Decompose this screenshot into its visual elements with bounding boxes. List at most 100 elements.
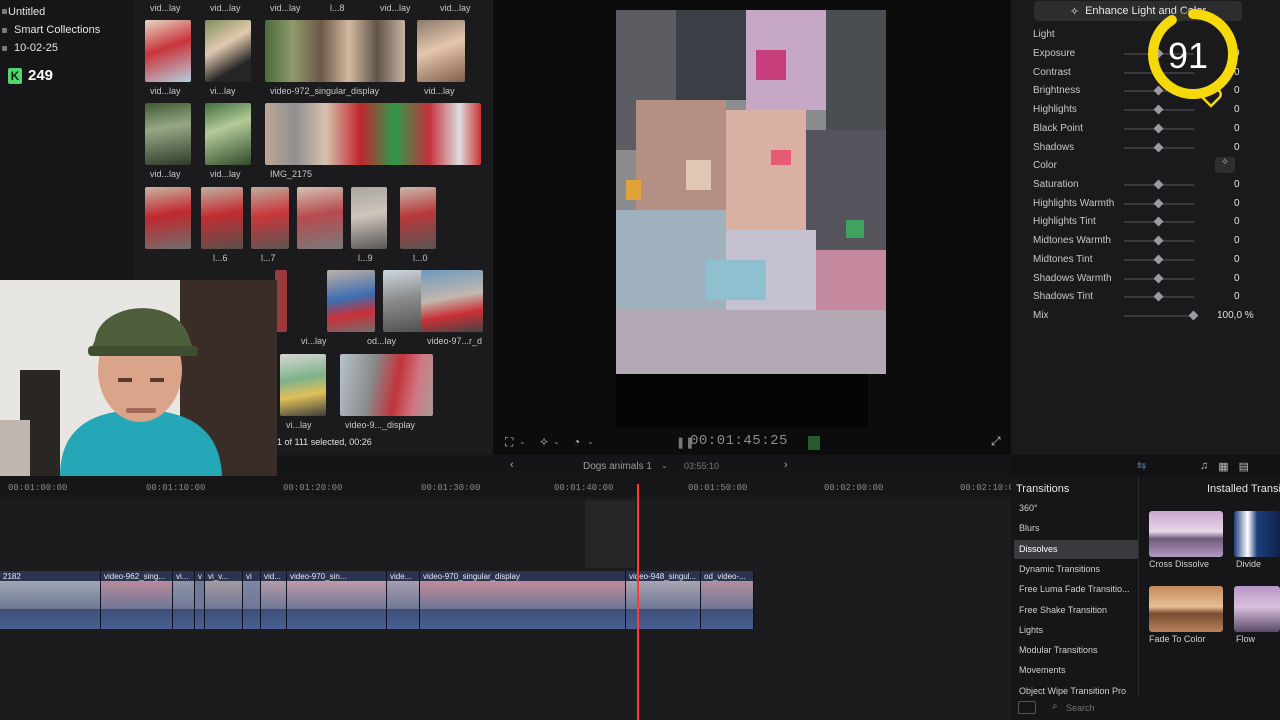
transition-category[interactable]: Free Luma Fade Transitio... [1019, 584, 1130, 594]
clip-caption: od...lay [367, 336, 397, 346]
param-value[interactable]: 0 [1234, 179, 1240, 190]
transition-category[interactable]: Object Wipe Transition Pro [1019, 686, 1126, 696]
clip-thumbnail[interactable] [383, 270, 423, 332]
clip-thumbnail[interactable] [400, 187, 436, 249]
transition-category[interactable]: Lights [1019, 625, 1043, 635]
headphones-icon[interactable]: ♫ [1200, 460, 1208, 473]
transition-category[interactable]: Free Shake Transition [1019, 605, 1107, 615]
back-arrow-icon[interactable]: ‹ [510, 459, 514, 471]
library-item-smart-collections[interactable]: Smart Collections [14, 24, 100, 36]
speed-icon[interactable]: ◔ [573, 435, 580, 449]
clip-thumbnail[interactable] [297, 187, 343, 249]
layout-icon[interactable]: ▤ [1239, 460, 1249, 473]
param-slider[interactable] [1124, 123, 1194, 134]
sidebar-toggle-icon[interactable] [1018, 701, 1036, 714]
counter-badge: K 249 [8, 67, 53, 84]
chevron-down-icon[interactable]: ⌄ [587, 437, 594, 446]
clip-thumbnail[interactable] [205, 20, 251, 82]
chevron-down-icon[interactable]: ⌄ [553, 437, 560, 446]
chevron-down-icon[interactable]: ⌄ [661, 461, 668, 470]
magic-wand-icon[interactable]: ✧ [1215, 157, 1235, 173]
param-slider[interactable] [1124, 142, 1194, 152]
library-item-untitled[interactable]: Untitled [8, 6, 45, 18]
transform-icon[interactable]: ⛶ [505, 435, 513, 450]
clip-caption: vi...lay [286, 420, 312, 430]
clip-caption: l...9 [358, 253, 373, 263]
transition-category[interactable]: Dissolves [1019, 544, 1058, 554]
clip-thumbnail[interactable] [280, 354, 326, 416]
transition-thumbnail[interactable] [1149, 586, 1223, 632]
snapping-icon[interactable]: ▦ [1218, 460, 1228, 473]
clip-thumbnail[interactable] [251, 187, 289, 249]
clip-thumbnail[interactable] [340, 354, 433, 416]
clip-filmstrip[interactable] [265, 103, 481, 165]
transition-label[interactable]: Flow [1236, 634, 1255, 644]
param-value[interactable]: 0 [1234, 216, 1240, 227]
clip-caption: IMG_2175 [270, 169, 313, 179]
clip-thumbnail[interactable] [351, 187, 387, 249]
param-slider[interactable] [1124, 198, 1194, 209]
param-slider[interactable] [1124, 254, 1194, 265]
ruler-label: 00:01:10:00 [146, 483, 206, 493]
timeline-clip-title: video-970_sin... [290, 572, 347, 581]
clip-thumbnail[interactable] [145, 187, 191, 249]
param-slider[interactable] [1124, 179, 1194, 190]
chevron-down-icon[interactable]: ⌄ [519, 437, 526, 446]
transition-category[interactable]: Blurs [1019, 523, 1040, 533]
search-input[interactable] [1066, 700, 1266, 715]
clip-thumbnail[interactable] [417, 20, 465, 82]
clip-caption: vi...lay [210, 86, 236, 96]
transition-category[interactable]: Dynamic Transitions [1019, 564, 1100, 574]
param-value[interactable]: 0 [1234, 254, 1240, 265]
magic-wand-icon[interactable]: ✧ [539, 435, 549, 449]
library-sidebar: Untitled Smart Collections 10-02-25 K 24… [0, 0, 133, 280]
clip-thumbnail[interactable] [145, 103, 191, 165]
color-section-label: Color [1033, 160, 1057, 171]
param-value[interactable]: 0 [1234, 291, 1240, 302]
param-value[interactable]: 0 [1234, 142, 1240, 153]
fullscreen-icon[interactable]: ⤢ [991, 434, 1001, 449]
transition-thumbnail[interactable] [1234, 511, 1280, 557]
transition-category[interactable]: Movements [1019, 665, 1066, 675]
clip-filmstrip[interactable] [265, 20, 405, 82]
param-value[interactable]: 0 [1234, 104, 1240, 115]
param-slider[interactable] [1124, 216, 1194, 227]
transition-thumbnail[interactable] [1149, 511, 1223, 557]
param-slider[interactable] [1124, 273, 1194, 283]
mix-value[interactable]: 100,0 % [1217, 310, 1254, 321]
clip-appearance-icon[interactable]: ⇆ [1137, 459, 1146, 472]
viewer-frame[interactable] [616, 10, 886, 374]
ruler-label: 00:01:00:00 [8, 483, 68, 493]
project-name[interactable]: Dogs animals 1 [583, 461, 652, 472]
param-value[interactable]: 0 [1234, 198, 1240, 209]
param-slider[interactable] [1124, 235, 1194, 246]
param-value[interactable]: 0 [1234, 235, 1240, 246]
transition-label[interactable]: Fade To Color [1149, 634, 1205, 644]
param-slider[interactable] [1124, 291, 1194, 302]
clip-thumbnail[interactable] [327, 270, 375, 332]
mix-slider[interactable] [1124, 310, 1199, 321]
clip-caption: video-9..._display [345, 420, 416, 430]
transition-category[interactable]: 360° [1019, 503, 1038, 513]
clip-thumbnail[interactable] [145, 20, 191, 82]
clip-thumbnail[interactable] [421, 270, 483, 332]
clip-caption: l...8 [330, 3, 345, 13]
k-logo-icon: K [8, 67, 22, 84]
ruler-label: 00:01:30:00 [421, 483, 481, 493]
transition-label[interactable]: Divide [1236, 559, 1261, 569]
clip-caption: vid...lay [150, 86, 181, 96]
clip-thumbnail[interactable] [201, 187, 243, 249]
param-slider[interactable] [1124, 104, 1194, 115]
transition-category[interactable]: Modular Transitions [1019, 645, 1098, 655]
transitions-search[interactable]: ⌕ [1046, 700, 1280, 716]
library-item-event[interactable]: 10-02-25 [14, 42, 58, 54]
timeline-clip-title: vi [246, 572, 252, 581]
param-value[interactable]: 0 [1234, 123, 1240, 134]
forward-arrow-icon[interactable]: › [784, 459, 788, 471]
transition-thumbnail[interactable] [1234, 586, 1280, 632]
transition-label[interactable]: Cross Dissolve [1149, 559, 1209, 569]
clip-caption: l...7 [261, 253, 276, 263]
clip-thumbnail[interactable] [205, 103, 251, 165]
param-value[interactable]: 0 [1234, 273, 1240, 284]
playhead[interactable] [637, 484, 639, 720]
